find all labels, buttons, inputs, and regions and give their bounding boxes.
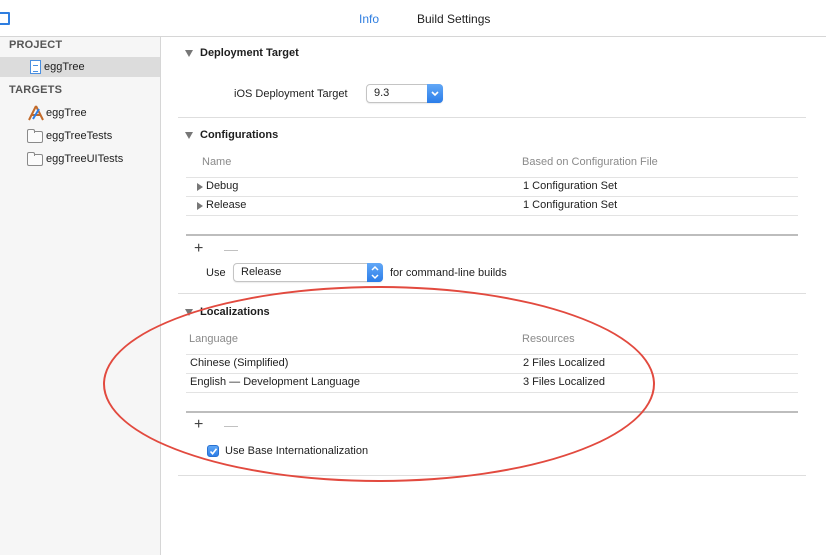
sidebar-item-project-eggtree[interactable]: eggTree bbox=[0, 57, 160, 77]
disclosure-triangle-icon[interactable] bbox=[185, 309, 193, 316]
tab-info[interactable]: Info bbox=[359, 12, 379, 26]
table-bottom-border bbox=[186, 411, 798, 413]
section-divider bbox=[178, 475, 806, 476]
ios-deployment-target-popup[interactable]: 9.3 bbox=[366, 84, 443, 103]
row-divider bbox=[186, 392, 798, 393]
sidebar-item-label: eggTreeUITests bbox=[46, 153, 124, 165]
command-line-config-value: Release bbox=[241, 266, 282, 278]
add-localization-button[interactable]: + bbox=[194, 417, 203, 433]
section-divider bbox=[178, 293, 806, 294]
section-divider bbox=[178, 117, 806, 118]
row-divider bbox=[186, 196, 798, 197]
column-header-based-on: Based on Configuration File bbox=[522, 156, 658, 168]
header-divider bbox=[186, 177, 798, 178]
configurations-table: Name Based on Configuration File Debug 1… bbox=[186, 149, 798, 269]
sidebar-item-target-eggtreeuitests[interactable]: eggTreeUITests bbox=[0, 149, 160, 169]
editor-tab-bar: Info Build Settings bbox=[0, 0, 826, 37]
remove-configuration-button[interactable]: — bbox=[224, 242, 238, 256]
configurations-title: Configurations bbox=[200, 129, 279, 141]
language-name: English — Development Language bbox=[190, 376, 361, 388]
row-divider bbox=[186, 373, 798, 374]
project-target-sidebar: PROJECT eggTree TARGETS eggTree eggTreeT… bbox=[0, 37, 161, 555]
language-resources: 2 Files Localized bbox=[523, 357, 605, 369]
remove-localization-button[interactable]: — bbox=[224, 418, 238, 432]
folder-icon bbox=[27, 152, 43, 166]
language-resources: 3 Files Localized bbox=[523, 376, 605, 388]
expand-triangle-icon[interactable] bbox=[197, 183, 203, 191]
table-bottom-border bbox=[186, 234, 798, 236]
project-document-icon bbox=[30, 60, 41, 74]
sidebar-toggle-icon[interactable] bbox=[0, 12, 10, 25]
disclosure-triangle-icon[interactable] bbox=[185, 50, 193, 57]
use-base-internationalization-checkbox[interactable] bbox=[207, 445, 219, 457]
config-name: Release bbox=[206, 199, 247, 211]
config-based-on: 1 Configuration Set bbox=[523, 180, 618, 192]
project-header: PROJECT bbox=[9, 39, 63, 51]
use-label: Use bbox=[206, 267, 226, 279]
ios-deployment-target-label: iOS Deployment Target bbox=[234, 88, 348, 100]
localizations-table: Language Resources Chinese (Simplified) … bbox=[186, 326, 798, 446]
row-divider bbox=[186, 215, 798, 216]
ios-deployment-target-value: 9.3 bbox=[374, 87, 390, 99]
stepper-arrows-icon bbox=[367, 263, 383, 282]
use-suffix: for command-line builds bbox=[390, 267, 507, 279]
folder-icon bbox=[27, 129, 43, 143]
tab-build-settings[interactable]: Build Settings bbox=[417, 12, 490, 26]
add-configuration-button[interactable]: + bbox=[194, 241, 203, 257]
info-editor: Deployment Target iOS Deployment Target … bbox=[162, 37, 826, 555]
sidebar-item-label: eggTree bbox=[44, 61, 85, 73]
use-base-internationalization-label[interactable]: Use Base Internationalization bbox=[225, 445, 368, 457]
language-name: Chinese (Simplified) bbox=[190, 357, 289, 369]
config-based-on: 1 Configuration Set bbox=[523, 199, 618, 211]
command-line-config-popup[interactable]: Release bbox=[233, 263, 383, 282]
deployment-target-title: Deployment Target bbox=[200, 47, 299, 59]
sidebar-item-label: eggTree bbox=[46, 107, 87, 119]
config-name: Debug bbox=[206, 180, 239, 192]
column-header-name: Name bbox=[202, 156, 232, 168]
localizations-title: Localizations bbox=[200, 306, 270, 318]
sidebar-item-label: eggTreeTests bbox=[46, 130, 113, 142]
checkmark-icon bbox=[209, 448, 218, 456]
column-header-resources: Resources bbox=[522, 333, 575, 345]
sidebar-item-target-eggtree[interactable]: eggTree bbox=[0, 103, 160, 123]
column-header-language: Language bbox=[189, 333, 238, 345]
targets-header: TARGETS bbox=[9, 84, 63, 96]
chevron-down-icon bbox=[427, 84, 443, 103]
header-divider bbox=[186, 354, 798, 355]
app-target-icon bbox=[27, 105, 44, 121]
sidebar-item-target-eggtreetests[interactable]: eggTreeTests bbox=[0, 126, 160, 146]
disclosure-triangle-icon[interactable] bbox=[185, 132, 193, 139]
expand-triangle-icon[interactable] bbox=[197, 202, 203, 210]
